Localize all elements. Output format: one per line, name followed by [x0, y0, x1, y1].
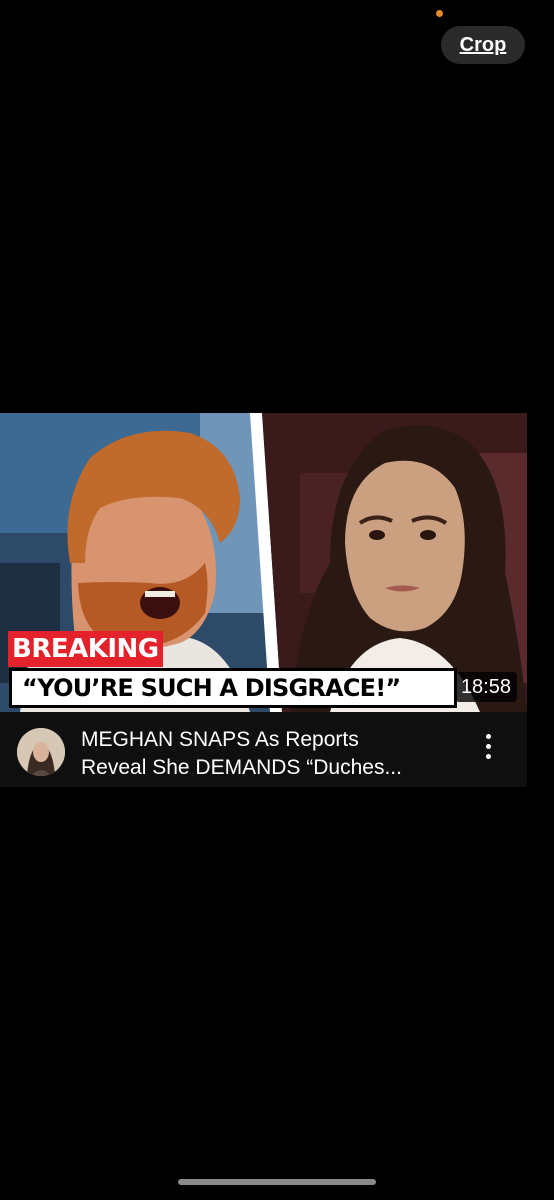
- more-options-icon[interactable]: [478, 732, 500, 762]
- duration-badge: 18:58: [454, 672, 517, 702]
- channel-avatar[interactable]: [17, 728, 65, 776]
- home-indicator[interactable]: [178, 1179, 376, 1185]
- video-title[interactable]: MEGHAN SNAPS As Reports Reveal She DEMAN…: [81, 726, 471, 782]
- crop-button[interactable]: Crop: [441, 26, 525, 64]
- avatar-image: [17, 728, 65, 776]
- video-meta-row[interactable]: MEGHAN SNAPS As Reports Reveal She DEMAN…: [0, 712, 527, 787]
- breaking-label: BREAKING: [8, 631, 163, 667]
- status-indicator-dot: [436, 10, 443, 17]
- quote-caption: “YOU’RE SUCH A DISGRACE!”: [9, 668, 457, 708]
- video-thumbnail[interactable]: BREAKING “YOU’RE SUCH A DISGRACE!” 18:58: [0, 413, 527, 712]
